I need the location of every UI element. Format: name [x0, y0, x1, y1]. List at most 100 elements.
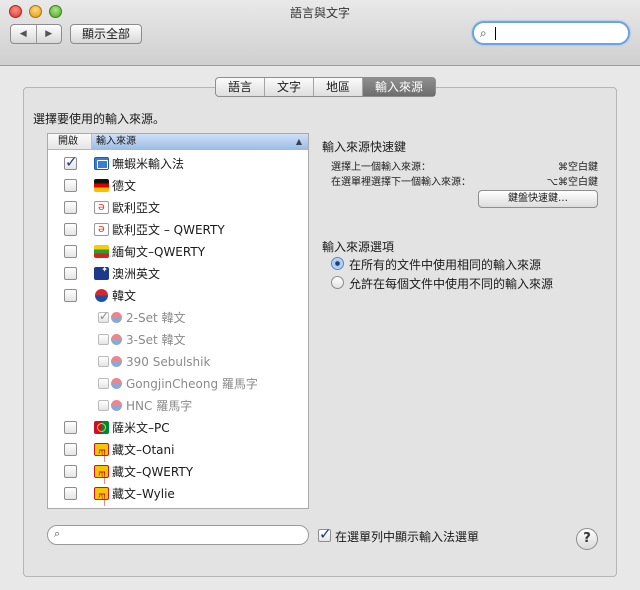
korean-sub-icon: [111, 378, 122, 389]
list-item[interactable]: GongjinCheong 羅馬字: [48, 373, 308, 395]
prev-source-shortcut: ⌘空白鍵: [558, 162, 598, 173]
input-source-label: 緬甸文–QWERTY: [112, 245, 206, 259]
input-source-label: 歐利亞文 – QWERTY: [112, 223, 225, 237]
shortcuts-heading: 輸入來源快速鍵: [322, 140, 407, 154]
korean-sub-icon: [111, 356, 122, 367]
list-item[interactable]: 藏文–Otani: [48, 439, 308, 472]
input-sources-instruction: 選擇要使用的輸入來源。: [33, 112, 166, 126]
back-icon[interactable]: ◀: [11, 25, 37, 43]
list-item[interactable]: 緬甸文–QWERTY: [48, 241, 308, 263]
list-item[interactable]: 2-Set 韓文: [48, 307, 308, 329]
tab-bar: 語言 文字 地區 輸入來源: [215, 77, 437, 97]
korean-sub-icon: [111, 312, 122, 323]
enable-checkbox[interactable]: [64, 443, 77, 456]
enable-checkbox[interactable]: [64, 153, 78, 171]
back-forward-control: ◀ ▶: [10, 24, 62, 44]
list-item[interactable]: 歐利亞文: [48, 197, 308, 219]
enable-checkbox[interactable]: [64, 245, 77, 258]
enable-checkbox[interactable]: [64, 201, 77, 214]
input-source-label: 澳洲英文: [112, 267, 161, 281]
next-source-shortcut: ⌥⌘空白鍵: [546, 177, 598, 188]
input-source-label: 藏文–Otani: [112, 443, 175, 457]
show-input-menu-checkbox[interactable]: [318, 525, 332, 543]
input-source-label: 德文: [112, 179, 137, 193]
same-source-radio[interactable]: [331, 257, 344, 270]
options-heading: 輸入來源選項: [322, 240, 395, 254]
flag-australia-icon: [94, 265, 109, 280]
enable-checkbox[interactable]: [98, 309, 109, 323]
input-source-list[interactable]: 開啟 輸入來源 ▲ 嘸蝦米輸入法 德文 歐利亞文 歐利亞文 – QWERTY: [47, 133, 309, 509]
same-source-label: 在所有的文件中使用相同的輸入來源: [349, 258, 542, 272]
input-source-label: HNC 羅馬字: [126, 399, 193, 413]
korean-sub-icon: [111, 400, 122, 411]
flag-myanmar-icon: [94, 245, 109, 258]
input-source-label: 韓文: [112, 289, 137, 303]
forward-icon[interactable]: ▶: [37, 25, 62, 43]
enable-checkbox[interactable]: [64, 487, 77, 500]
per-document-label: 允許在每個文件中使用不同的輸入來源: [349, 277, 554, 291]
input-source-label: 2-Set 韓文: [126, 311, 186, 325]
list-item[interactable]: 藏文–Wylie: [48, 483, 308, 508]
ipa-icon: [94, 200, 109, 214]
korean-sub-icon: [111, 334, 122, 345]
flag-sami-icon: [94, 421, 109, 434]
enable-checkbox[interactable]: [64, 289, 77, 302]
show-all-button[interactable]: 顯示全部: [70, 24, 142, 44]
input-source-label: 藏文–QWERTY: [112, 465, 194, 479]
input-source-label: 嘸蝦米輸入法: [112, 157, 185, 171]
enable-checkbox[interactable]: [98, 356, 109, 367]
enable-checkbox[interactable]: [98, 400, 109, 411]
source-column-label: 輸入來源: [96, 136, 136, 147]
enable-checkbox[interactable]: [98, 378, 109, 389]
tibetan-icon: [94, 485, 109, 508]
flag-germany-icon: [94, 179, 109, 192]
tab-text[interactable]: 文字: [265, 78, 315, 96]
keyboard-shortcuts-button[interactable]: 鍵盤快速鍵…: [478, 190, 598, 208]
enable-checkbox[interactable]: [64, 421, 77, 434]
ime-icon: [94, 157, 109, 170]
input-source-label: GongjinCheong 羅馬字: [126, 377, 258, 391]
input-source-label: 390 Sebulshik: [126, 355, 211, 369]
source-column-header[interactable]: 輸入來源 ▲: [92, 134, 308, 149]
flag-korea-icon: [95, 289, 108, 302]
list-item[interactable]: 390 Sebulshik: [48, 351, 308, 373]
list-item[interactable]: 嘸蝦米輸入法: [48, 153, 308, 175]
enable-checkbox[interactable]: [64, 223, 77, 236]
magnifier-icon: ⌕: [480, 26, 487, 40]
enable-checkbox[interactable]: [64, 267, 77, 280]
list-item[interactable]: 德文: [48, 175, 308, 197]
search-field[interactable]: ⌕: [472, 21, 630, 45]
help-button[interactable]: ?: [576, 528, 598, 550]
tab-region[interactable]: 地區: [314, 78, 364, 96]
show-input-menu-label: 在選單列中顯示輸入法選單: [335, 530, 480, 544]
enable-checkbox[interactable]: [64, 179, 77, 192]
list-item[interactable]: 薩米文–PC: [48, 417, 308, 439]
list-item[interactable]: 韓文: [48, 285, 308, 307]
system-preferences-window: 語言與文字 ◀ ▶ 顯示全部 ⌕ 語言 文字 地區 輸入來源 選擇要使用的輸入來…: [0, 0, 640, 590]
magnifier-icon: ⌕: [54, 527, 61, 540]
input-source-label: 3-Set 韓文: [126, 333, 186, 347]
tab-input-sources[interactable]: 輸入來源: [363, 78, 436, 96]
toolbar: 語言與文字 ◀ ▶ 顯示全部 ⌕: [0, 0, 640, 66]
sort-ascending-icon: ▲: [295, 137, 302, 146]
list-item[interactable]: 澳洲英文: [48, 263, 308, 285]
list-item[interactable]: 3-Set 韓文: [48, 329, 308, 351]
enable-column-header[interactable]: 開啟: [48, 134, 92, 149]
enable-checkbox[interactable]: [98, 334, 109, 345]
list-header: 開啟 輸入來源 ▲: [48, 134, 308, 150]
list-search-field[interactable]: ⌕: [47, 525, 309, 545]
per-document-radio[interactable]: [331, 276, 344, 289]
input-source-label: 藏文–Wylie: [112, 487, 175, 501]
input-source-label: 薩米文–PC: [112, 421, 170, 435]
enable-checkbox[interactable]: [64, 465, 77, 478]
ipa-icon: [94, 222, 109, 236]
list-item[interactable]: 藏文–QWERTY: [48, 461, 308, 494]
tab-language[interactable]: 語言: [216, 78, 266, 96]
input-source-label: 歐利亞文: [112, 201, 161, 215]
prev-source-label: 選擇上一個輸入來源：: [331, 162, 431, 173]
list-item[interactable]: HNC 羅馬字: [48, 395, 308, 417]
tibetan-icon: [94, 463, 109, 494]
next-source-label: 在選單裡選擇下一個輸入來源：: [331, 177, 471, 188]
tibetan-icon: [94, 441, 109, 472]
list-item[interactable]: 歐利亞文 – QWERTY: [48, 219, 308, 241]
